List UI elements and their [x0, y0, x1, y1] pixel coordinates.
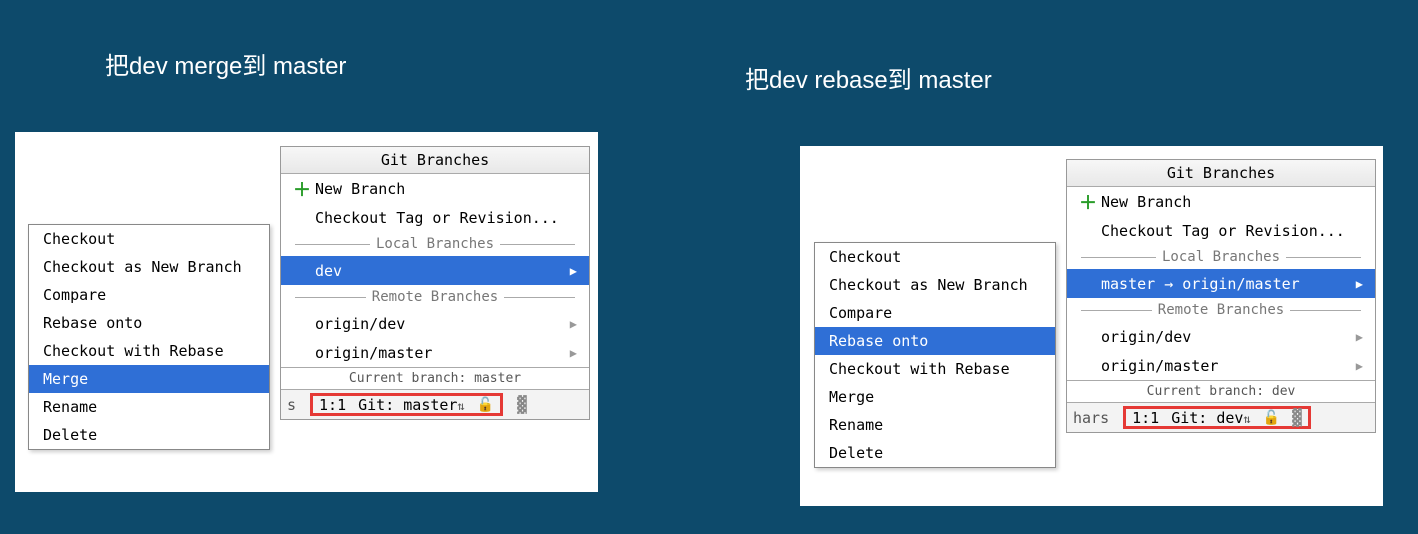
- new-branch[interactable]: ＋ New Branch: [1067, 187, 1375, 216]
- git-branch-indicator[interactable]: Git: master⇅: [358, 396, 465, 414]
- popup-title: Git Branches: [281, 147, 589, 174]
- status-fragment: hars: [1073, 409, 1109, 427]
- ctx-rebase-onto[interactable]: Rebase onto: [29, 309, 269, 337]
- right-context-menu: Checkout Checkout as New Branch Compare …: [814, 242, 1056, 468]
- status-fragment: s: [287, 396, 296, 414]
- ctx-rename[interactable]: Rename: [29, 393, 269, 421]
- remote-branch-label: origin/master: [1101, 357, 1218, 375]
- checkout-tag-revision[interactable]: Checkout Tag or Revision...: [281, 203, 589, 232]
- cursor-position: 1:1: [1132, 409, 1159, 427]
- ctx-checkout-with-rebase[interactable]: Checkout with Rebase: [815, 355, 1055, 383]
- new-branch-label: New Branch: [315, 180, 405, 198]
- hat-icon[interactable]: ▓: [517, 395, 527, 414]
- remote-branches-divider: Remote Branches: [281, 285, 589, 309]
- lock-icon[interactable]: 🔓: [477, 397, 494, 413]
- remote-branch-label: origin/master: [315, 344, 432, 362]
- local-branches-divider: Local Branches: [281, 232, 589, 256]
- submenu-arrow-icon: ▶: [570, 264, 577, 278]
- status-bar: s 1:1 Git: master⇅ 🔓 ▓: [281, 389, 589, 419]
- remote-branches-divider: Remote Branches: [1067, 298, 1375, 322]
- new-branch-label: New Branch: [1101, 193, 1191, 211]
- remote-branch-label: origin/dev: [1101, 328, 1191, 346]
- status-bar: hars 1:1 Git: dev⇅ 🔓 ▓: [1067, 402, 1375, 432]
- ctx-merge[interactable]: Merge: [29, 365, 269, 393]
- ctx-delete[interactable]: Delete: [815, 439, 1055, 467]
- right-git-branches-popup: Git Branches ＋ New Branch Checkout Tag o…: [1066, 159, 1376, 433]
- ctx-checkout[interactable]: Checkout: [29, 225, 269, 253]
- remote-branch-origin-master[interactable]: origin/master ▶: [281, 338, 589, 367]
- git-status-highlight: 1:1 Git: master⇅ 🔓: [310, 393, 503, 416]
- submenu-arrow-icon: ▶: [570, 346, 577, 360]
- lock-icon[interactable]: 🔓: [1263, 410, 1280, 426]
- left-caption: 把dev merge到 master: [105, 46, 346, 81]
- submenu-arrow-icon: ▶: [570, 317, 577, 331]
- checkout-tag-revision[interactable]: Checkout Tag or Revision...: [1067, 216, 1375, 245]
- plus-icon: ＋: [293, 176, 307, 202]
- remote-branch-origin-dev[interactable]: origin/dev ▶: [1067, 322, 1375, 351]
- ctx-delete[interactable]: Delete: [29, 421, 269, 449]
- local-branch-master[interactable]: master → origin/master ▶: [1067, 269, 1375, 298]
- ctx-checkout-new-branch[interactable]: Checkout as New Branch: [29, 253, 269, 281]
- ctx-checkout-new-branch[interactable]: Checkout as New Branch: [815, 271, 1055, 299]
- ctx-checkout[interactable]: Checkout: [815, 243, 1055, 271]
- popup-title: Git Branches: [1067, 160, 1375, 187]
- git-status-highlight: 1:1 Git: dev⇅ 🔓 ▓: [1123, 406, 1311, 429]
- submenu-arrow-icon: ▶: [1356, 359, 1363, 373]
- hat-icon[interactable]: ▓: [1292, 408, 1302, 427]
- git-branch-indicator[interactable]: Git: dev⇅: [1171, 409, 1250, 427]
- remote-branch-label: origin/dev: [315, 315, 405, 333]
- right-caption: 把dev rebase到 master: [745, 60, 992, 95]
- cursor-position: 1:1: [319, 396, 346, 414]
- submenu-arrow-icon: ▶: [1356, 277, 1363, 291]
- ctx-rebase-onto[interactable]: Rebase onto: [815, 327, 1055, 355]
- local-branch-dev[interactable]: dev ▶: [281, 256, 589, 285]
- local-branch-label: master → origin/master: [1101, 275, 1300, 293]
- ctx-compare[interactable]: Compare: [29, 281, 269, 309]
- ctx-rename[interactable]: Rename: [815, 411, 1055, 439]
- local-branches-divider: Local Branches: [1067, 245, 1375, 269]
- plus-icon: ＋: [1079, 189, 1093, 215]
- current-branch-status: Current branch: dev: [1067, 380, 1375, 402]
- ctx-compare[interactable]: Compare: [815, 299, 1055, 327]
- remote-branch-origin-dev[interactable]: origin/dev ▶: [281, 309, 589, 338]
- left-git-branches-popup: Git Branches ＋ New Branch Checkout Tag o…: [280, 146, 590, 420]
- local-branch-label: dev: [315, 262, 342, 280]
- left-context-menu: Checkout Checkout as New Branch Compare …: [28, 224, 270, 450]
- ctx-checkout-with-rebase[interactable]: Checkout with Rebase: [29, 337, 269, 365]
- ctx-merge[interactable]: Merge: [815, 383, 1055, 411]
- submenu-arrow-icon: ▶: [1356, 330, 1363, 344]
- current-branch-status: Current branch: master: [281, 367, 589, 389]
- remote-branch-origin-master[interactable]: origin/master ▶: [1067, 351, 1375, 380]
- new-branch[interactable]: ＋ New Branch: [281, 174, 589, 203]
